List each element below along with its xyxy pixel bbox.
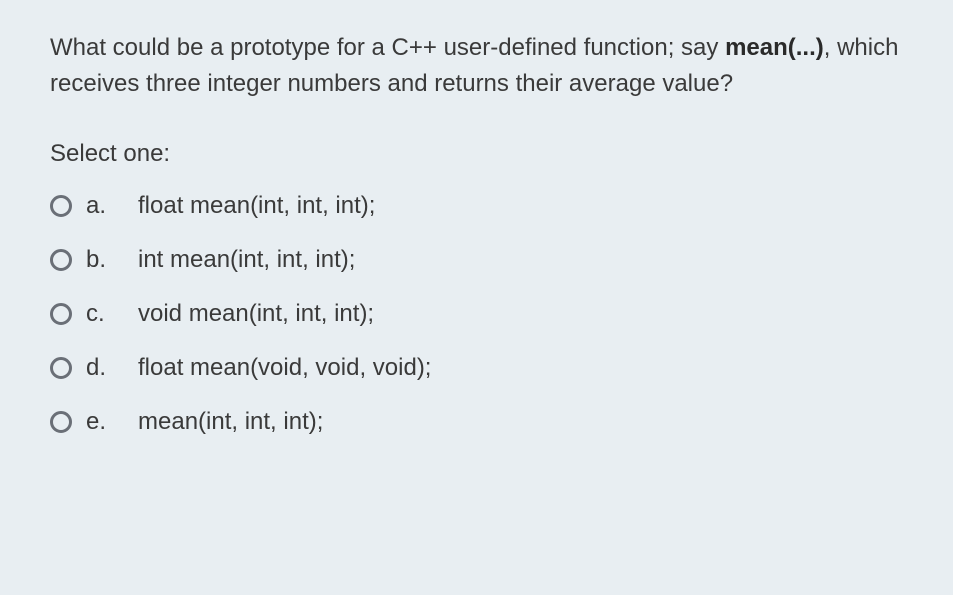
question-bold: mean(...) xyxy=(725,34,824,61)
options-list: a. float mean(int, int, int); b. int mea… xyxy=(50,192,903,436)
question-part1: What could be a prototype for a C++ user… xyxy=(50,34,725,61)
option-letter: a. xyxy=(86,192,114,220)
option-d[interactable]: d. float mean(void, void, void); xyxy=(50,354,903,382)
option-text: void mean(int, int, int); xyxy=(138,300,374,328)
option-letter: c. xyxy=(86,300,114,328)
option-text: float mean(int, int, int); xyxy=(138,192,375,220)
radio-icon[interactable] xyxy=(50,357,72,379)
select-one-label: Select one: xyxy=(50,140,903,168)
radio-icon[interactable] xyxy=(50,195,72,217)
option-b[interactable]: b. int mean(int, int, int); xyxy=(50,246,903,274)
option-letter: b. xyxy=(86,246,114,274)
option-letter: d. xyxy=(86,354,114,382)
option-a[interactable]: a. float mean(int, int, int); xyxy=(50,192,903,220)
option-text: mean(int, int, int); xyxy=(138,408,323,436)
option-text: int mean(int, int, int); xyxy=(138,246,355,274)
question-text: What could be a prototype for a C++ user… xyxy=(50,30,903,102)
radio-icon[interactable] xyxy=(50,411,72,433)
option-c[interactable]: c. void mean(int, int, int); xyxy=(50,300,903,328)
option-letter: e. xyxy=(86,408,114,436)
radio-icon[interactable] xyxy=(50,249,72,271)
radio-icon[interactable] xyxy=(50,303,72,325)
option-e[interactable]: e. mean(int, int, int); xyxy=(50,408,903,436)
option-text: float mean(void, void, void); xyxy=(138,354,431,382)
